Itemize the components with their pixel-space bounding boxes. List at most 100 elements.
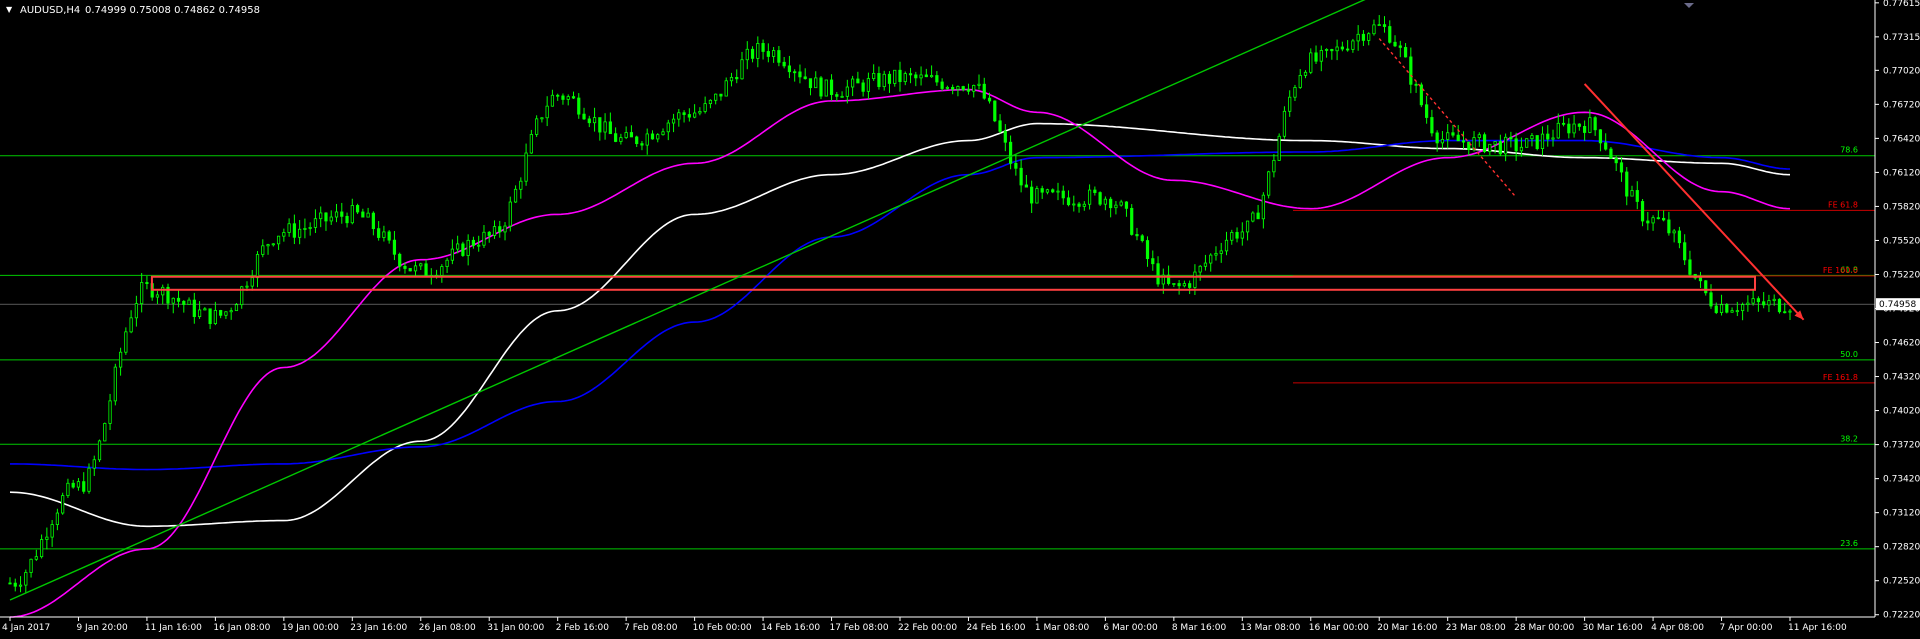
candle-body — [556, 94, 560, 97]
candle-body — [1709, 292, 1713, 307]
fib-level-label: 38.2 — [1840, 434, 1858, 443]
candle-body — [1425, 104, 1429, 118]
candle-body — [45, 536, 49, 540]
candle-body — [1430, 117, 1434, 134]
candle-body — [1482, 134, 1487, 152]
candle-body — [1403, 47, 1408, 58]
candle-body — [608, 121, 612, 135]
candle-body — [1156, 263, 1160, 285]
candle-body — [161, 286, 165, 296]
candle-body — [1130, 207, 1134, 235]
candle-body — [1330, 49, 1334, 52]
y-tick-label: 0.75820 — [1883, 202, 1920, 212]
candle-body — [456, 243, 460, 250]
candle-body — [155, 294, 160, 298]
candle-body — [1514, 138, 1518, 152]
candle-body — [71, 482, 75, 488]
candle-body — [1583, 126, 1587, 133]
candle-body — [477, 244, 481, 247]
candle-body — [1145, 240, 1150, 260]
y-tick-label: 0.76720 — [1883, 100, 1920, 110]
candle-body — [103, 423, 107, 442]
candle-body — [1630, 190, 1634, 197]
x-tick-label: 13 Mar 08:00 — [1240, 623, 1300, 633]
y-tick-label: 0.75520 — [1883, 236, 1920, 246]
candle-body — [1456, 134, 1460, 142]
candle-body — [1435, 132, 1439, 144]
candle-body — [987, 97, 992, 102]
candle-body — [1040, 188, 1044, 193]
candle-body — [266, 244, 270, 247]
candle-body — [182, 300, 186, 305]
symbol-menu-icon[interactable]: ▼ — [6, 5, 13, 14]
y-tick-label: 0.74620 — [1883, 339, 1920, 349]
candle-body — [8, 582, 12, 585]
candle-body — [355, 205, 360, 213]
candle-body — [1735, 310, 1739, 313]
candle-body — [303, 228, 307, 230]
x-tick-label: 22 Feb 00:00 — [898, 623, 957, 633]
candle-body — [1688, 259, 1692, 275]
candle-body — [961, 86, 965, 91]
candle-body — [882, 73, 886, 87]
y-tick-label: 0.72820 — [1883, 543, 1920, 553]
candle-body — [735, 76, 739, 80]
candle-body — [656, 134, 660, 140]
candle-body — [1572, 123, 1576, 134]
candle-body — [124, 331, 128, 353]
candle-body — [345, 215, 349, 224]
candle-body — [1662, 217, 1666, 221]
candle-body — [519, 180, 523, 190]
candle-body — [1314, 52, 1318, 62]
candle-body — [1741, 304, 1745, 312]
candle-body — [1035, 188, 1039, 204]
candle-body — [877, 73, 881, 87]
candle-body — [276, 235, 281, 245]
candle-body — [1277, 135, 1281, 161]
candle-body — [1109, 198, 1113, 209]
candle-body — [756, 43, 760, 59]
x-tick-label: 16 Mar 00:00 — [1309, 623, 1369, 633]
candle-body — [1530, 135, 1534, 140]
candle-body — [408, 268, 412, 272]
candle-body — [951, 86, 955, 90]
candle-body — [1093, 189, 1097, 193]
y-tick-label: 0.74320 — [1883, 373, 1920, 383]
price-chart[interactable]: 100.078.661.850.038.223.6FE 61.8FE 100.0… — [0, 0, 1920, 635]
candle-body — [1098, 192, 1102, 205]
candle-body — [1346, 48, 1350, 51]
candle-body — [1488, 143, 1492, 152]
candle-body — [1177, 283, 1181, 287]
candle-body — [914, 74, 918, 79]
candle-body — [171, 297, 175, 304]
candle-body — [698, 111, 702, 114]
candle-body — [724, 80, 728, 97]
candle-body — [1714, 305, 1718, 313]
candle-body — [1335, 46, 1339, 52]
candle-body — [666, 122, 670, 133]
candle-body — [176, 297, 181, 302]
x-tick-label: 10 Feb 00:00 — [693, 623, 752, 633]
candle-body — [1151, 258, 1155, 265]
candle-body — [671, 118, 676, 124]
candle-body — [466, 239, 470, 256]
candle-body — [845, 86, 849, 97]
candle-body — [903, 73, 907, 83]
candle-body — [571, 96, 576, 99]
candle-body — [1087, 189, 1092, 205]
candle-body — [693, 112, 697, 118]
candle-body — [866, 78, 871, 92]
candle-body — [192, 299, 196, 317]
candle-body — [1598, 129, 1603, 144]
candle-body — [271, 243, 275, 246]
x-tick-label: 2 Feb 16:00 — [556, 623, 610, 633]
candle-body — [1140, 235, 1144, 241]
candle-body — [966, 89, 971, 92]
candle-body — [1298, 75, 1302, 88]
candle-body — [1235, 232, 1239, 239]
candle-body — [1388, 26, 1392, 43]
candle-body — [1619, 162, 1624, 173]
candle-body — [1509, 136, 1513, 140]
chart-window[interactable]: 100.078.661.850.038.223.6FE 61.8FE 100.0… — [0, 0, 1920, 635]
candle-body — [1303, 71, 1308, 76]
